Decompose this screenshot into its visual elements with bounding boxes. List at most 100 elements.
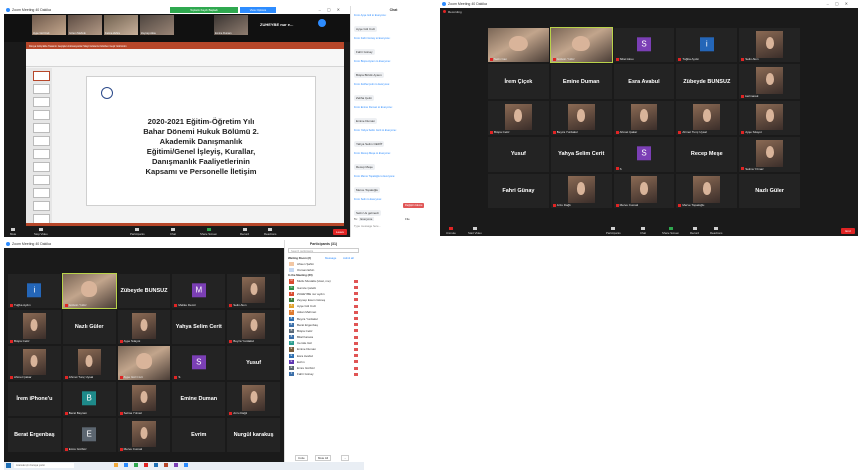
participant-tile[interactable]: Büşra Cetiz (488, 100, 549, 136)
participant-tile[interactable]: Evrim (172, 418, 226, 452)
taskbar-app-icon[interactable] (144, 463, 148, 467)
mute-all-button[interactable]: Mute All (315, 455, 331, 461)
slide-thumb[interactable] (33, 136, 50, 146)
slide-thumb[interactable] (33, 175, 50, 185)
participant-tile[interactable]: Fahri Günay (488, 173, 549, 208)
taskbar-app-icon[interactable] (184, 463, 188, 467)
more-button[interactable]: ... (341, 455, 350, 461)
participant-tile[interactable]: Merve Cumalı (117, 418, 171, 452)
taskbar-app-icon[interactable] (114, 463, 118, 467)
share-screen-button[interactable]: Share Screen (662, 227, 679, 235)
mute-button[interactable]: Mute (10, 228, 16, 236)
slide-thumb[interactable] (33, 123, 50, 133)
participant-tile[interactable]: Berat Ergenbaş (8, 418, 61, 452)
taskbar-app-icon[interactable] (164, 463, 168, 467)
participant-tile[interactable]: S Sibel Aksu (613, 28, 675, 63)
participant-tile[interactable]: Beyza Yurdakul (550, 100, 612, 136)
participant-tile[interactable]: Ahmet Tunç Uysal (62, 346, 116, 380)
view-options-tab[interactable]: View Options (240, 7, 276, 13)
waiting-participant[interactable]: Osman Erkin (285, 267, 362, 273)
participant-tile[interactable]: Beyza Yurdakul (227, 310, 280, 344)
slide-thumb[interactable] (33, 71, 50, 81)
start-video-button[interactable]: Start Video (468, 227, 482, 235)
reactions-button[interactable]: Reactions (264, 228, 276, 236)
participant-tile[interactable]: Recep Meşe (676, 137, 738, 172)
participant-tile[interactable]: M Melike Demir (172, 274, 226, 308)
participant-tile[interactable]: Ahmet Çakar (8, 346, 61, 380)
taskbar-app-icon[interactable] (134, 463, 138, 467)
participant-row[interactable]: F Fahri Günay (285, 371, 362, 377)
participant-tile[interactable]: Merve Topaloğlu (676, 173, 738, 208)
participant-tile[interactable]: Ayşe Gül Cıvit (117, 346, 171, 380)
leave-button[interactable]: Leave (333, 229, 347, 235)
participant-tile[interactable]: Nurgül karakuş (227, 418, 280, 452)
taskbar-app-icon[interactable] (124, 463, 128, 467)
video-button[interactable]: Stop Video (34, 228, 48, 236)
participant-tile[interactable]: İrem Çiçek (488, 64, 549, 99)
participant-tile[interactable]: Selma Yılmaz (117, 382, 171, 416)
participant-tile[interactable]: Yusuf (488, 137, 549, 172)
participant-tile[interactable]: Selma Yılmaz (739, 137, 800, 172)
participant-tile[interactable]: Büşra Cetiz (8, 310, 61, 344)
participant-tile[interactable]: Esra Avabul (613, 64, 675, 99)
record-button[interactable]: Record (240, 228, 249, 236)
participant-tile[interactable]: Nazlı Güler (739, 173, 800, 208)
taskbar-app-icon[interactable] (154, 463, 158, 467)
thumb-1[interactable]: Ayşe Gül Cıvit (32, 15, 66, 35)
recording-tab[interactable]: Toplantı Kaydı Başladı (170, 7, 238, 13)
participant-tile[interactable]: Emine Duman (172, 382, 226, 416)
participant-tile[interactable]: Ayşe Sılayot (117, 310, 171, 344)
participant-tile[interactable]: Selin Akın (739, 28, 800, 63)
thumb-2[interactable]: Gizem Mahnık (68, 15, 102, 35)
participant-tile[interactable]: SS (613, 137, 675, 172)
chat-to-row[interactable]: To: Everyone File (354, 217, 410, 221)
participant-tile[interactable]: Yusuf (227, 346, 280, 380)
file-button[interactable]: File (405, 217, 410, 221)
invite-button[interactable]: Invite (295, 455, 308, 461)
thumb-5[interactable]: Emine Duman (214, 15, 248, 35)
reactions-button[interactable]: Reactions (710, 227, 722, 235)
thumb-3[interactable]: Fatma Zehra (104, 15, 138, 35)
participant-tile[interactable]: Arzu Dağlı (550, 173, 612, 208)
chat-button[interactable]: Chat (640, 227, 646, 235)
taskbar-app-icon[interactable] (174, 463, 178, 467)
slide-thumb[interactable] (33, 162, 50, 172)
participant-tile[interactable]: SS (172, 346, 226, 380)
participant-tile[interactable]: Ayşe Sılayot (739, 100, 800, 136)
slide-thumb[interactable] (33, 84, 50, 94)
taskbar-search[interactable]: Aramak için buraya yazın (14, 463, 74, 468)
slide-thumb[interactable] (33, 97, 50, 107)
participant-tile[interactable]: i Tuğba Aydın (8, 274, 61, 308)
participant-tile[interactable]: Selin Akın (227, 274, 280, 308)
participant-tile[interactable]: Nazlı Güler (62, 310, 116, 344)
slide-thumb[interactable] (33, 110, 50, 120)
participant-tile[interactable]: E Emre Gürbüz (62, 418, 116, 452)
participants-button[interactable]: Participants (130, 228, 145, 236)
participant-tile[interactable]: Yahya Selim Cerit (550, 137, 612, 172)
chat-button[interactable]: Chat (170, 228, 176, 236)
participant-tile[interactable]: Zübeyde BUNSUZ (676, 64, 738, 99)
window-controls[interactable]: –▢✕ (319, 6, 346, 14)
slide-thumbnails-pane[interactable] (26, 68, 52, 224)
participants-button[interactable]: Participants (606, 227, 621, 235)
recipient-select[interactable]: Everyone (358, 217, 375, 221)
participant-tile[interactable]: Arzu Dağlı (227, 382, 280, 416)
participant-tile[interactable]: Ahmet Çakar (613, 100, 675, 136)
thumb-4[interactable]: Zeynep Aksu (140, 15, 174, 35)
start-icon[interactable] (6, 463, 11, 468)
participant-tile[interactable]: Gülsün Yıldız (61, 273, 117, 309)
chat-input[interactable]: Type message here... (354, 224, 433, 230)
participant-tile[interactable]: Emine Duman (550, 64, 612, 99)
participant-tile[interactable]: İrem iPhone'u (8, 382, 61, 416)
participant-search[interactable]: Search participants (288, 248, 359, 253)
participant-tile[interactable]: Gülsün Yıldız (549, 26, 613, 64)
participant-tile[interactable]: Selin Can (488, 28, 549, 63)
record-button[interactable]: Record (690, 227, 699, 235)
slide-thumb[interactable] (33, 188, 50, 198)
share-screen-button[interactable]: Share Screen (200, 228, 217, 236)
participant-tile[interactable]: i Tuğba Aydın (676, 28, 738, 63)
ppt-ribbon[interactable] (26, 49, 344, 67)
participant-tile[interactable]: Merve Cumalı (613, 173, 675, 208)
slide-thumb[interactable] (33, 201, 50, 211)
participant-tile[interactable]: kerimarek (739, 64, 800, 99)
